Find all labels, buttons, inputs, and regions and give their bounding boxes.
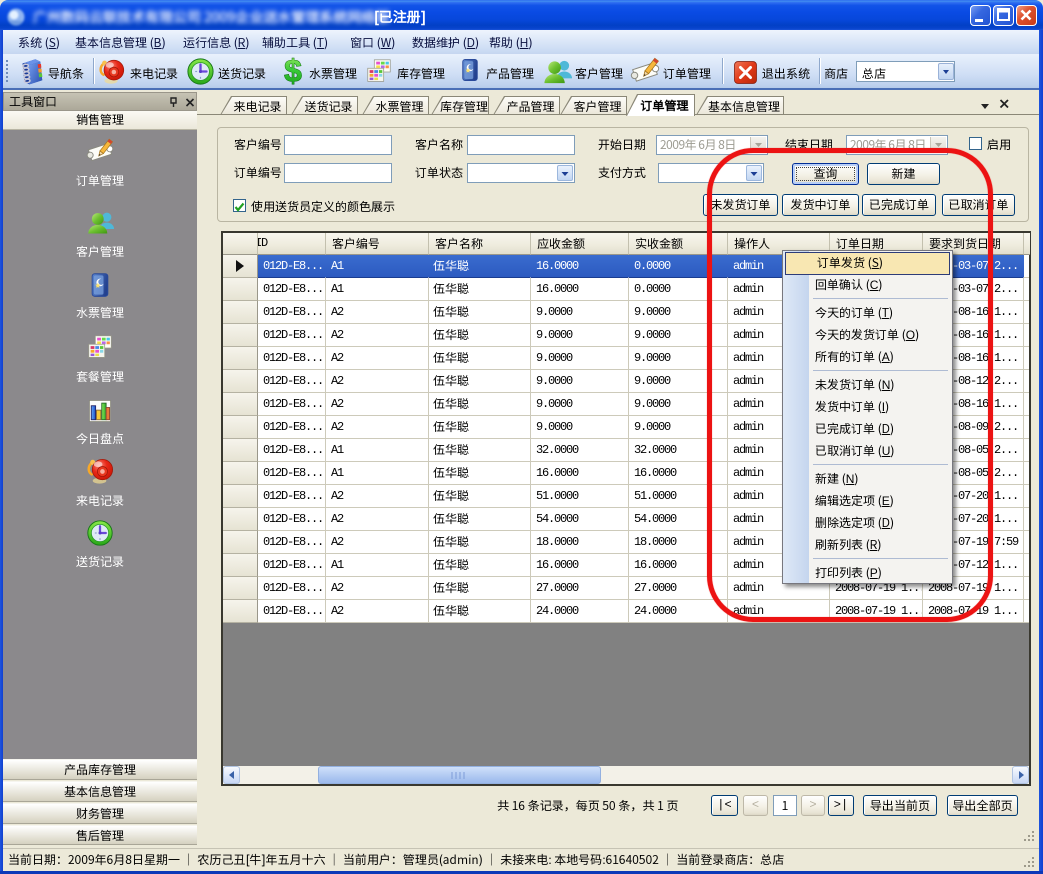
- svg-text:$: $: [284, 56, 302, 86]
